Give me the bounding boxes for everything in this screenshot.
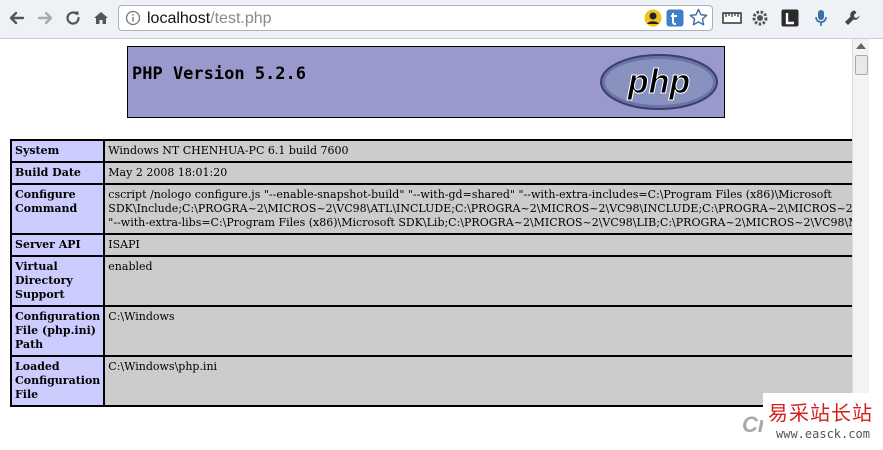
bookmark-star-icon[interactable]	[689, 8, 708, 27]
gear-icon	[752, 10, 768, 26]
table-row: Server API ISAPI	[11, 234, 852, 256]
back-arrow-icon	[9, 11, 25, 25]
extension-t-icon[interactable]	[666, 9, 684, 27]
site-watermark: 易采站长站 www.easck.com	[763, 393, 883, 450]
php-info-table: System Windows NT CHENHUA-PC 6.1 build 7…	[10, 139, 852, 407]
table-row: Loaded Configuration File C:\Windows\php…	[11, 356, 852, 406]
row-key: Configuration File (php.ini) Path	[11, 306, 105, 356]
row-value: enabled	[104, 256, 852, 306]
forward-arrow-icon	[37, 11, 53, 25]
url-text: localhost/test.php	[147, 10, 272, 28]
row-key: Server API	[11, 234, 105, 256]
ruler-icon	[722, 12, 742, 24]
reload-button[interactable]	[62, 7, 84, 29]
table-row: Virtual Directory Support enabled	[11, 256, 852, 306]
page-content: PHP Version 5.2.6 php System Windows NT …	[0, 39, 852, 450]
url-path: /test.php	[210, 10, 272, 27]
table-row: System Windows NT CHENHUA-PC 6.1 build 7…	[11, 140, 852, 162]
page-icon	[125, 10, 141, 26]
table-row: Configuration File (php.ini) Path C:\Win…	[11, 306, 852, 356]
home-button[interactable]	[90, 7, 112, 29]
extension-ruler-button[interactable]	[721, 9, 743, 27]
row-key: System	[11, 140, 105, 162]
page-title: PHP Version 5.2.6	[132, 64, 306, 84]
browser-toolbar: localhost/test.php	[0, 0, 883, 39]
address-bar[interactable]: localhost/test.php	[118, 5, 713, 31]
microphone-icon	[815, 10, 827, 26]
scrollbar-thumb[interactable]	[855, 55, 868, 75]
watermark-url: www.easck.com	[776, 427, 870, 441]
voice-button[interactable]	[812, 9, 830, 27]
extension-gear-button[interactable]	[751, 9, 769, 27]
php-header: PHP Version 5.2.6 php	[127, 46, 725, 118]
table-row: Build Date May 2 2008 18:01:20	[11, 162, 852, 184]
letter-l-icon	[781, 9, 799, 27]
back-button[interactable]	[6, 7, 28, 29]
php-logo: php	[600, 54, 718, 110]
scroll-up-arrow-icon[interactable]	[856, 43, 866, 49]
row-value: May 2 2008 18:01:20	[104, 162, 852, 184]
row-value: Windows NT CHENHUA-PC 6.1 build 7600	[104, 140, 852, 162]
table-row: Configure Command cscript /nologo config…	[11, 184, 852, 234]
row-key: Configure Command	[11, 184, 105, 234]
wrench-icon	[845, 10, 860, 25]
extension-l-button[interactable]	[781, 9, 799, 27]
settings-wrench-button[interactable]	[843, 9, 861, 27]
row-key: Loaded Configuration File	[11, 356, 105, 406]
watermark-chinese-text: 易采站长站	[768, 401, 873, 425]
row-value: cscript /nologo configure.js "--enable-s…	[104, 184, 852, 234]
row-value: C:\Windows	[104, 306, 852, 356]
vertical-scrollbar[interactable]	[852, 39, 869, 450]
url-host: localhost	[147, 10, 211, 27]
reload-icon	[66, 11, 80, 25]
php-logo-text: php	[627, 63, 690, 101]
extension-avatar-icon[interactable]	[644, 9, 662, 27]
row-key: Build Date	[11, 162, 105, 184]
row-key: Virtual Directory Support	[11, 256, 105, 306]
forward-button[interactable]	[34, 7, 56, 29]
home-icon	[94, 12, 108, 24]
row-value: C:\Windows\php.ini	[104, 356, 852, 406]
row-value: ISAPI	[104, 234, 852, 256]
